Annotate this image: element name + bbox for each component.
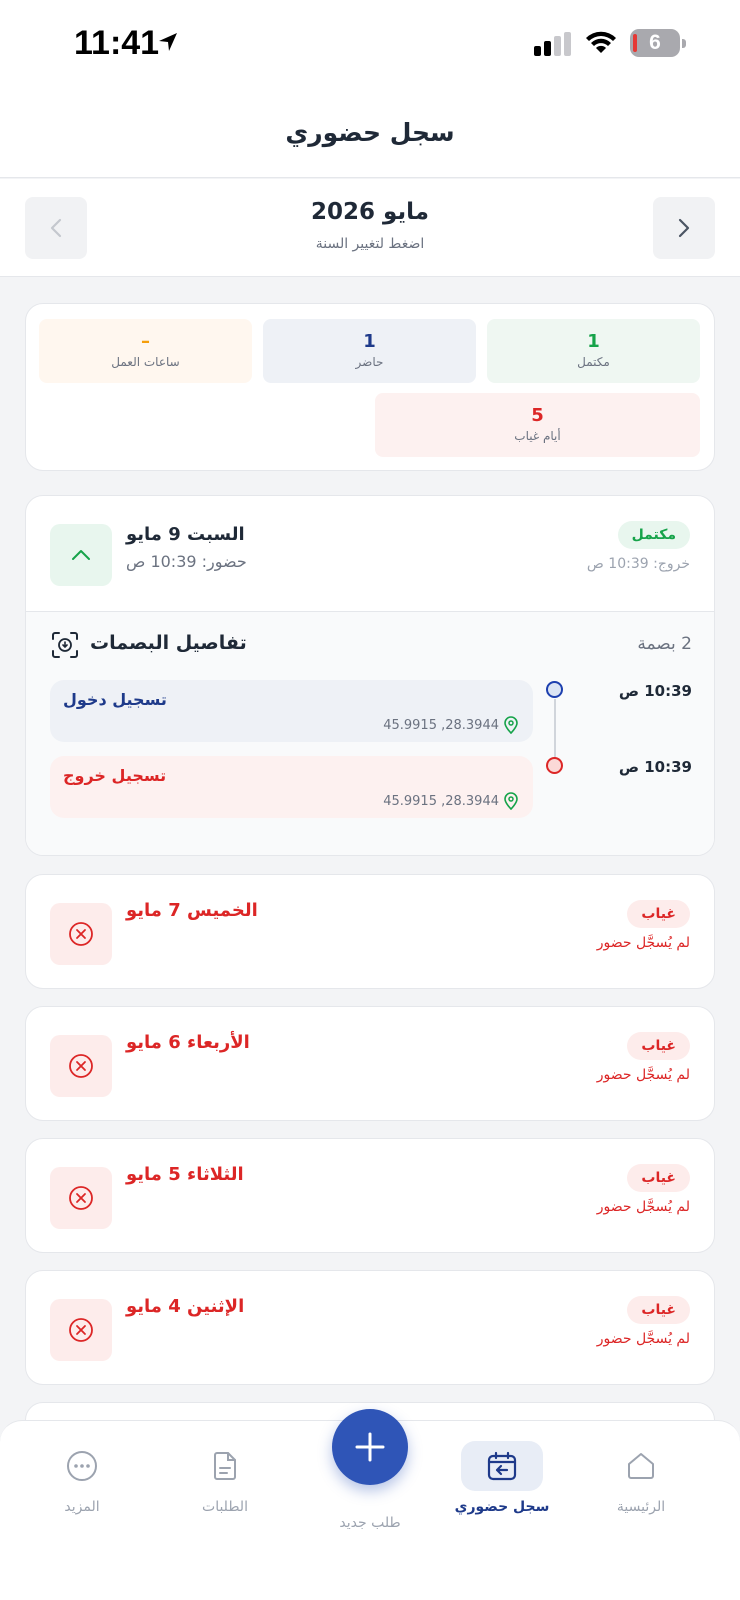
month-selector: مايو 2026 اضغط لتغيير السنة: [0, 179, 740, 277]
absence-note: لم يُسجَّل حضور: [596, 935, 690, 951]
stat-complete: 1 مكتمل: [487, 319, 700, 383]
punch-in-time: 10:39 ص: [618, 682, 692, 700]
battery-tip: [682, 39, 686, 48]
stat-present-label: حاضر: [355, 355, 384, 369]
day-card[interactable]: غياب لم يُسجَّل حضور الثلاثاء 5 مايو: [25, 1138, 715, 1253]
day-title: الخميس 7 مايو: [126, 900, 258, 921]
status-bar: 11:41 6: [0, 0, 740, 88]
status-badge: غياب: [627, 1296, 690, 1324]
home-icon: [586, 1441, 696, 1491]
punch-count: 2 بصمة: [637, 634, 692, 654]
nav-more-label: المزيد: [64, 1499, 100, 1515]
day-status-icon: [50, 903, 112, 965]
day-card-header[interactable]: مكتمل خروج: 10:39 ص السبت 9 مايو حضور: 1…: [26, 496, 714, 611]
absence-note: لم يُسجَّل حضور: [596, 1199, 690, 1215]
new-request-button[interactable]: [332, 1409, 408, 1485]
details-title: تفاصيل البصمات: [90, 632, 247, 654]
new-request-label: طلب جديد: [339, 1515, 401, 1531]
punch-in-location: 45.9915 ,28.3944: [383, 716, 519, 734]
nav-attendance[interactable]: سجل حضوري: [447, 1441, 557, 1515]
month-title[interactable]: مايو 2026: [0, 199, 740, 225]
stat-complete-label: مكتمل: [577, 355, 610, 369]
battery-indicator: 6: [630, 29, 680, 57]
punch-in-entry: تسجيل دخول 45.9915 ,28.3944: [50, 680, 533, 742]
day-card[interactable]: غياب لم يُسجَّل حضور الإثنين 4 مايو: [25, 1270, 715, 1385]
punch-out-entry: تسجيل خروج 45.9915 ,28.3944: [50, 756, 533, 818]
month-hint: اضغط لتغيير السنة: [315, 236, 425, 252]
location-arrow-icon: [159, 33, 177, 51]
chevron-up-icon: [72, 550, 90, 560]
status-badge: غياب: [627, 1032, 690, 1060]
day-card[interactable]: غياب لم يُسجَّل حضور الأربعاء 6 مايو: [25, 1006, 715, 1121]
close-circle-icon: [69, 922, 93, 946]
stat-absent: 5 أيام غياب: [375, 393, 700, 457]
page-title: سجل حضوري: [285, 118, 455, 147]
location-pin-icon: [504, 716, 518, 734]
stat-absent-label: أيام غياب: [514, 429, 561, 443]
day-title: الثلاثاء 5 مايو: [126, 1164, 244, 1185]
stat-hours-label: ساعات العمل: [111, 355, 180, 369]
day-title: الأربعاء 6 مايو: [126, 1032, 250, 1053]
face-scan-icon: [52, 632, 78, 658]
status-badge: مكتمل: [617, 521, 690, 549]
bottom-nav: الرئيسية سجل حضوري طلب جديد الطلبات المز…: [0, 1409, 740, 1600]
page-header: سجل حضوري: [0, 88, 740, 178]
day-card-expanded[interactable]: مكتمل خروج: 10:39 ص السبت 9 مايو حضور: 1…: [25, 495, 715, 856]
plus-icon: [355, 1432, 385, 1462]
stat-complete-value: 1: [587, 331, 600, 352]
timeline-connector: [554, 699, 556, 759]
stat-present-value: 1: [363, 331, 376, 352]
punch-out-location: 45.9915 ,28.3944: [383, 792, 519, 810]
status-badge: غياب: [627, 900, 690, 928]
cellular-signal-icon: [534, 32, 571, 56]
status-badge: غياب: [627, 1164, 690, 1192]
stat-present: 1 حاضر: [263, 319, 476, 383]
wifi-icon: [586, 31, 616, 53]
next-month-button[interactable]: [25, 197, 87, 259]
stat-hours-value: –: [141, 331, 150, 352]
punch-out-dot: [546, 757, 563, 774]
document-icon: [170, 1441, 280, 1491]
absence-note: لم يُسجَّل حضور: [596, 1331, 690, 1347]
punch-out-time: 10:39 ص: [618, 758, 692, 776]
close-circle-icon: [69, 1186, 93, 1210]
nav-attendance-label: سجل حضوري: [454, 1499, 550, 1515]
punch-out-label: تسجيل خروج: [63, 766, 167, 785]
punch-in-coords: 45.9915 ,28.3944: [383, 717, 499, 733]
stats-summary-card: 1 مكتمل 1 حاضر – ساعات العمل 5 أيام غياب: [25, 303, 715, 471]
collapse-button[interactable]: [50, 524, 112, 586]
day-card[interactable]: غياب لم يُسجَّل حضور الخميس 7 مايو: [25, 874, 715, 989]
stat-work-hours: – ساعات العمل: [39, 319, 252, 383]
nav-requests-label: الطلبات: [202, 1499, 248, 1515]
calendar-icon: [461, 1441, 543, 1491]
punch-in-dot: [546, 681, 563, 698]
nav-requests[interactable]: الطلبات: [170, 1441, 280, 1515]
nav-home[interactable]: الرئيسية: [586, 1441, 696, 1515]
absence-note: لم يُسجَّل حضور: [596, 1067, 690, 1083]
day-status-icon: [50, 1299, 112, 1361]
checkin-time: حضور: 10:39 ص: [126, 552, 247, 571]
close-circle-icon: [69, 1054, 93, 1078]
close-circle-icon: [69, 1318, 93, 1342]
location-pin-icon: [504, 792, 518, 810]
punch-in-label: تسجيل دخول: [63, 690, 167, 709]
nav-more[interactable]: المزيد: [27, 1441, 137, 1515]
day-status-icon: [50, 1167, 112, 1229]
stat-absent-value: 5: [531, 405, 544, 426]
day-title: السبت 9 مايو: [126, 524, 245, 545]
chevron-left-icon: [50, 218, 62, 238]
checkout-time: خروج: 10:39 ص: [586, 556, 690, 572]
fingerprint-details: 2 بصمة تفاصيل البصمات 10:39 ص تسجيل دخول…: [26, 611, 714, 855]
more-icon: [27, 1441, 137, 1491]
status-time: 11:41: [74, 24, 160, 62]
day-title: الإثنين 4 مايو: [126, 1296, 245, 1317]
nav-home-label: الرئيسية: [616, 1499, 666, 1515]
day-status-icon: [50, 1035, 112, 1097]
punch-out-coords: 45.9915 ,28.3944: [383, 793, 499, 809]
